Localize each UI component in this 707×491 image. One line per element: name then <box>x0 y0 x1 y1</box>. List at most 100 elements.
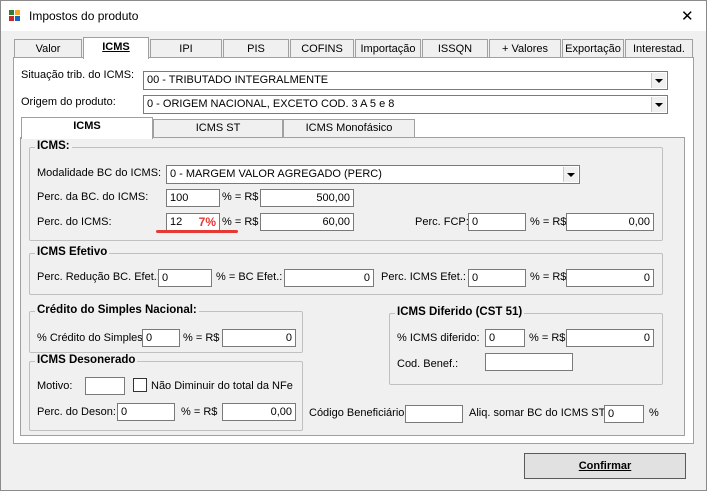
diferido-value: 0 <box>643 332 650 344</box>
perc-efet-value: 0 <box>472 272 479 284</box>
situacao-label: Situação trib. do ICMS: <box>21 69 135 81</box>
fcp-value-input[interactable]: 0,00 <box>566 213 654 231</box>
simples-perc-input[interactable]: 0 <box>142 329 180 347</box>
icms-efet-value-input[interactable]: 0 <box>566 269 654 287</box>
bc-value: 500,00 <box>316 192 350 204</box>
icms-efet-value: 0 <box>643 272 650 284</box>
eq-rs-label: % = R$ <box>183 332 220 344</box>
reducao-value: 0 <box>162 272 169 284</box>
origem-label: Origem do produto: <box>21 96 116 108</box>
perc-icms-value: 12 <box>170 216 183 228</box>
eq-rs-label: % = R$ <box>529 332 566 344</box>
aliq-unit: % <box>649 407 659 419</box>
situacao-select[interactable]: 00 - TRIBUTADO INTEGRALMENTE <box>143 71 668 90</box>
tab-importacao[interactable]: Importação <box>355 39 421 58</box>
nao-diminuir-checkbox[interactable] <box>133 378 147 392</box>
confirm-button[interactable]: Confirmar <box>524 453 686 479</box>
highlight-underline <box>156 230 238 233</box>
eq-rs-label: % = R$ <box>181 406 218 418</box>
subtab-icms-monofasico[interactable]: ICMS Monofásico <box>283 119 415 137</box>
motivo-label: Motivo: <box>37 380 73 392</box>
fcp-value: 0,00 <box>628 216 650 228</box>
subtab-icms[interactable]: ICMS <box>21 117 153 139</box>
icms-group-title: ICMS: <box>35 140 72 152</box>
window-title: Impostos do produto <box>29 9 139 23</box>
fcp-perc-input[interactable]: 0 <box>468 213 526 231</box>
motivo-input[interactable] <box>85 377 125 395</box>
eq-rs-label: % = R$ <box>530 216 567 228</box>
fcp-label: Perc. FCP: <box>415 216 469 228</box>
origem-value: 0 - ORIGEM NACIONAL, EXCETO COD. 3 A 5 e… <box>147 98 395 110</box>
simples-label: % Crédito do Simples: <box>37 332 146 344</box>
diferido-group <box>389 313 663 385</box>
diferido-label: % ICMS diferido: <box>397 332 480 344</box>
perc-deson-value: 0 <box>121 406 128 418</box>
cod-benef-input[interactable] <box>485 353 573 371</box>
eq-rs-label: % = R$ <box>222 191 259 203</box>
tab-icms[interactable]: ICMS <box>83 37 149 59</box>
diferido-perc-value: 0 <box>489 332 496 344</box>
situacao-value: 00 - TRIBUTADO INTEGRALMENTE <box>147 74 329 86</box>
tab-exportacao[interactable]: Exportação <box>562 39 624 58</box>
perc-bc-input[interactable]: 100 <box>166 189 220 207</box>
perc-deson-label: Perc. do Deson: <box>37 406 116 418</box>
simples-value-input[interactable]: 0 <box>222 329 296 347</box>
tab-pis[interactable]: PIS <box>223 39 289 58</box>
icms-value-input[interactable]: 60,00 <box>260 213 354 231</box>
modalidade-label: Modalidade BC do ICMS: <box>37 167 162 179</box>
modalidade-select[interactable]: 0 - MARGEM VALOR AGREGADO (PERC) <box>166 165 580 184</box>
perc-efet-input[interactable]: 0 <box>468 269 526 287</box>
nao-diminuir-label: Não Diminuir do total da NFe <box>151 380 293 392</box>
aliq-label: Aliq. somar BC do ICMS ST: <box>469 407 608 419</box>
codigo-beneficiario-label: Código Beneficiário: <box>309 407 408 419</box>
bc-efet-value: 0 <box>363 272 370 284</box>
tab-interestadual[interactable]: Interestad. <box>625 39 693 58</box>
tab-valor[interactable]: Valor <box>14 39 82 58</box>
title-bar: Impostos do produto ✕ <box>1 1 706 31</box>
perc-efet-label: Perc. ICMS Efet.: <box>381 271 466 283</box>
eq-rs-label: % = R$ <box>530 271 567 283</box>
origem-select[interactable]: 0 - ORIGEM NACIONAL, EXCETO COD. 3 A 5 e… <box>143 95 668 114</box>
chevron-down-icon[interactable] <box>563 167 578 182</box>
cod-benef-label: Cod. Benef.: <box>397 358 459 370</box>
dialog-window: Impostos do produto ✕ Valor ICMS IPI PIS… <box>0 0 707 491</box>
perc-deson-input[interactable]: 0 <box>117 403 175 421</box>
subtab-icms-st[interactable]: ICMS ST <box>153 119 283 137</box>
reducao-input[interactable]: 0 <box>158 269 212 287</box>
icms-efetivo-title: ICMS Efetivo <box>35 246 110 258</box>
perc-bc-label: Perc. da BC. do ICMS: <box>37 191 149 203</box>
tab-cofins[interactable]: COFINS <box>290 39 354 58</box>
tab-mais-valores[interactable]: + Valores <box>489 39 561 58</box>
simples-value: 0 <box>285 332 292 344</box>
bc-efet-input[interactable]: 0 <box>284 269 374 287</box>
desonerado-title: ICMS Desonerado <box>35 354 138 366</box>
tab-issqn[interactable]: ISSQN <box>422 39 488 58</box>
icms-value: 60,00 <box>322 216 350 228</box>
chevron-down-icon[interactable] <box>651 73 666 88</box>
diferido-title: ICMS Diferido (CST 51) <box>395 306 525 318</box>
app-icon <box>9 10 21 22</box>
simples-perc-value: 0 <box>146 332 153 344</box>
codigo-beneficiario-input[interactable] <box>405 405 463 423</box>
perc-icms-annotation: 7% <box>198 215 216 229</box>
deson-value-input[interactable]: 0,00 <box>222 403 296 421</box>
bc-efet-label: % = BC Efet.: <box>216 271 283 283</box>
diferido-perc-input[interactable]: 0 <box>485 329 525 347</box>
tab-ipi[interactable]: IPI <box>150 39 222 58</box>
eq-rs-label: % = R$ <box>222 216 259 228</box>
simples-title: Crédito do Simples Nacional: <box>35 304 199 316</box>
modalidade-value: 0 - MARGEM VALOR AGREGADO (PERC) <box>170 168 382 180</box>
chevron-down-icon[interactable] <box>651 97 666 112</box>
confirm-button-label: Confirmar <box>578 460 632 472</box>
deson-value: 0,00 <box>270 406 292 418</box>
perc-icms-input[interactable]: 12 7% <box>166 213 220 231</box>
reducao-label: Perc. Redução BC. Efet.: <box>37 271 160 283</box>
aliq-input[interactable]: 0 <box>604 405 644 423</box>
aliq-value: 0 <box>608 408 615 420</box>
diferido-value-input[interactable]: 0 <box>566 329 654 347</box>
perc-icms-label: Perc. do ICMS: <box>37 216 112 228</box>
bc-value-input[interactable]: 500,00 <box>260 189 354 207</box>
perc-bc-value: 100 <box>170 192 189 204</box>
close-icon[interactable]: ✕ <box>681 7 694 25</box>
fcp-perc-value: 0 <box>472 216 479 228</box>
